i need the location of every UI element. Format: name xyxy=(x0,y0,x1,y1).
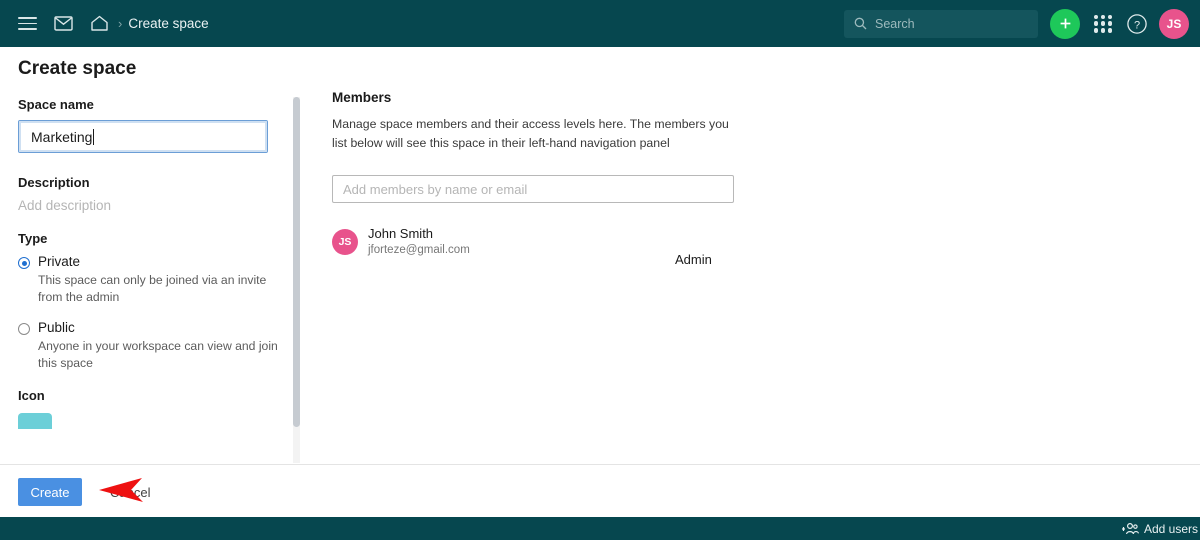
left-panel-scrollbar[interactable] xyxy=(293,97,300,463)
radio-public-description: Anyone in your workspace can view and jo… xyxy=(38,338,278,370)
hamburger-menu-button[interactable] xyxy=(12,9,42,39)
footer-divider xyxy=(0,464,1200,465)
space-name-input[interactable]: Marketing xyxy=(18,120,268,153)
page-title: Create space xyxy=(18,58,137,79)
help-button[interactable]: ? xyxy=(1126,13,1148,35)
radio-option-public[interactable]: Public xyxy=(18,320,280,335)
members-description: Manage space members and their access le… xyxy=(332,117,729,151)
radio-option-private[interactable]: Private xyxy=(18,254,280,269)
radio-public-icon[interactable] xyxy=(18,322,30,335)
radio-public-label: Public xyxy=(38,319,75,335)
space-name-value: Marketing xyxy=(31,128,93,145)
cancel-button[interactable]: Cancel xyxy=(110,485,150,500)
search-placeholder: Search xyxy=(875,16,915,31)
icon-section-label: Icon xyxy=(18,388,45,404)
grid-apps-icon xyxy=(1094,14,1099,19)
space-settings-panel: Space name Marketing Description Add des… xyxy=(0,90,300,464)
home-button[interactable] xyxy=(84,9,114,39)
top-header-bar: › Create space Search ? JS xyxy=(0,0,1200,47)
description-label: Description xyxy=(18,175,90,190)
member-avatar: JS xyxy=(332,228,358,255)
type-label: Type xyxy=(18,231,48,246)
question-mark-icon: ? xyxy=(1127,13,1147,34)
content-area: Space name Marketing Description Add des… xyxy=(0,90,1200,464)
breadcrumb-separator: › xyxy=(118,16,123,31)
search-icon xyxy=(854,17,867,30)
member-name: John Smith xyxy=(368,226,434,242)
hamburger-icon xyxy=(17,13,37,34)
member-details: John Smith jforteze@gmail.com Admin xyxy=(368,225,752,267)
svg-text:?: ? xyxy=(1134,19,1140,31)
scrollbar-thumb[interactable] xyxy=(293,97,300,427)
icon-swatch[interactable] xyxy=(18,413,52,430)
description-input[interactable]: Add description xyxy=(18,198,280,213)
footer-actions: Create Cancel xyxy=(18,478,150,506)
plus-icon xyxy=(1060,18,1070,29)
add-members-placeholder: Add members by name or email xyxy=(343,181,528,197)
user-avatar[interactable]: JS xyxy=(1159,8,1189,39)
add-users-button[interactable]: Add users xyxy=(1121,521,1198,536)
radio-private-description: This space can only be joined via an inv… xyxy=(38,273,267,305)
breadcrumb-current-page[interactable]: Create space xyxy=(128,16,208,31)
add-members-input[interactable]: Add members by name or email xyxy=(332,175,734,204)
member-list-item[interactable]: JS John Smith jforteze@gmail.com Admin xyxy=(332,225,752,267)
members-heading: Members xyxy=(332,90,392,105)
create-new-button[interactable] xyxy=(1050,8,1080,39)
mail-button[interactable] xyxy=(48,9,78,39)
bottom-status-bar: Add users xyxy=(0,517,1200,540)
add-users-label: Add users xyxy=(1143,521,1198,536)
icon-swatch-container xyxy=(18,413,280,430)
radio-private-icon[interactable] xyxy=(18,257,30,269)
member-role[interactable]: Admin xyxy=(675,252,712,267)
create-button[interactable]: Create xyxy=(18,478,82,506)
radio-private-label: Private xyxy=(38,254,81,269)
search-input[interactable]: Search xyxy=(844,9,1038,38)
members-panel: Members Manage space members and their a… xyxy=(332,90,752,267)
text-caret xyxy=(93,128,95,145)
envelope-icon xyxy=(53,16,73,31)
apps-grid-button[interactable] xyxy=(1090,11,1116,37)
space-name-label: Space name xyxy=(18,97,94,112)
add-user-icon xyxy=(1121,522,1139,535)
home-icon xyxy=(90,15,108,31)
